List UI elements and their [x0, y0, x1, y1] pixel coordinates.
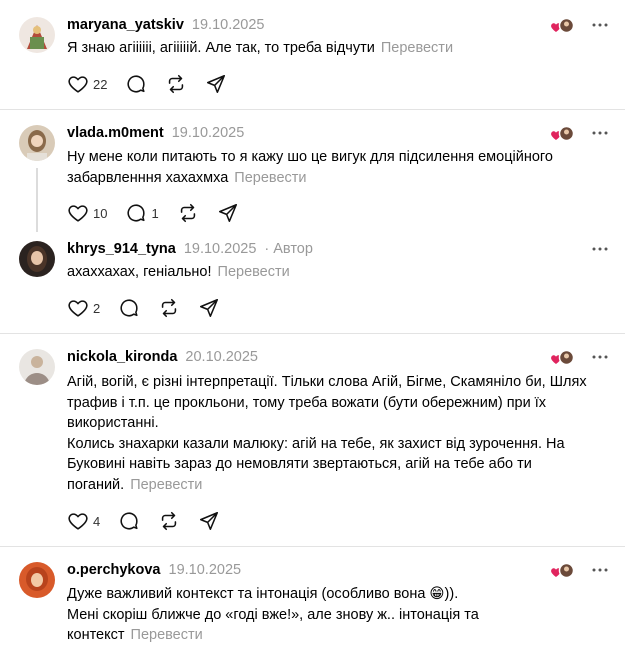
- timestamp: 19.10.2025: [183, 241, 257, 257]
- like-count: 4: [93, 513, 101, 529]
- repost-button[interactable]: [177, 202, 199, 224]
- divider: [0, 333, 625, 334]
- translate-link[interactable]: Перевести: [218, 264, 290, 280]
- like-button[interactable]: 22: [67, 73, 107, 95]
- comment-paragraph: Мені скоріш ближче до «годі вже!», але з…: [67, 606, 479, 644]
- avatar[interactable]: [19, 125, 55, 161]
- comment-paragraph: Дуже важливий контекст та інтонація (осо…: [67, 586, 459, 602]
- share-icon: [205, 73, 227, 95]
- divider: [0, 109, 625, 110]
- more-options-icon[interactable]: [591, 563, 609, 577]
- timestamp: 19.10.2025: [191, 17, 265, 33]
- more-options-icon[interactable]: [591, 18, 609, 32]
- more-options-icon[interactable]: [591, 242, 609, 256]
- timestamp: 19.10.2025: [171, 125, 245, 141]
- like-count: 2: [93, 300, 101, 316]
- comment-icon: [118, 510, 140, 532]
- like-count: 10: [93, 205, 108, 221]
- comment-text: ахаххахах, геніально!: [67, 264, 212, 280]
- more-options-icon[interactable]: [591, 126, 609, 140]
- avatar[interactable]: [19, 241, 55, 277]
- repost-button[interactable]: [158, 297, 180, 319]
- share-button[interactable]: [217, 202, 239, 224]
- thread-line: [36, 168, 38, 232]
- divider: [0, 546, 625, 547]
- heart-icon: [67, 297, 89, 319]
- repost-button[interactable]: [158, 510, 180, 532]
- reply-count: 1: [151, 205, 159, 221]
- comment-icon: [125, 202, 147, 224]
- author-badge: · Автор: [264, 241, 313, 257]
- timestamp: 19.10.2025: [168, 562, 242, 578]
- avatar[interactable]: [19, 17, 55, 53]
- share-button[interactable]: [205, 73, 227, 95]
- repost-button[interactable]: [165, 73, 187, 95]
- like-button[interactable]: 4: [67, 510, 100, 532]
- liked-by-author-badge: [551, 349, 575, 367]
- reply-button[interactable]: [118, 510, 140, 532]
- comment-text: Я знаю агіііііі, агііііій. Але так, то т…: [67, 40, 375, 56]
- username[interactable]: vlada.m0ment: [67, 125, 164, 141]
- reply-button[interactable]: [125, 73, 147, 95]
- like-button[interactable]: 10: [67, 202, 107, 224]
- liked-by-author-badge: [551, 17, 575, 35]
- repost-icon: [158, 297, 180, 319]
- translate-link[interactable]: Перевести: [131, 627, 203, 643]
- like-button[interactable]: 2: [67, 297, 100, 319]
- repost-icon: [177, 202, 199, 224]
- username[interactable]: o.perchykova: [67, 562, 161, 578]
- reply-button[interactable]: 1: [125, 202, 159, 224]
- username[interactable]: maryana_yatskiv: [67, 17, 184, 33]
- heart-icon: [67, 202, 89, 224]
- share-icon: [217, 202, 239, 224]
- username[interactable]: nickola_kironda: [67, 349, 177, 365]
- liked-by-author-badge: [551, 125, 575, 143]
- timestamp: 20.10.2025: [185, 349, 258, 365]
- liked-by-author-badge: [551, 562, 575, 580]
- comment-icon: [118, 297, 140, 319]
- share-icon: [198, 510, 220, 532]
- repost-icon: [158, 510, 180, 532]
- comment-icon: [125, 73, 147, 95]
- reply-button[interactable]: [118, 297, 140, 319]
- heart-icon: [67, 510, 89, 532]
- translate-link[interactable]: Перевести: [381, 40, 453, 56]
- share-icon: [198, 297, 220, 319]
- comment-text: Ну мене коли питають то я кажу шо це виг…: [67, 149, 553, 186]
- heart-icon: [67, 73, 89, 95]
- avatar[interactable]: [19, 562, 55, 598]
- translate-link[interactable]: Перевести: [130, 477, 202, 493]
- more-options-icon[interactable]: [591, 350, 609, 364]
- share-button[interactable]: [198, 510, 220, 532]
- avatar[interactable]: [19, 349, 55, 385]
- comment-paragraph: Агій, вогій, є різні інтерпретації. Тіль…: [67, 374, 587, 431]
- username[interactable]: khrys_914_tyna: [67, 241, 176, 257]
- share-button[interactable]: [198, 297, 220, 319]
- like-count: 22: [93, 76, 108, 92]
- translate-link[interactable]: Перевести: [234, 170, 306, 186]
- repost-icon: [165, 73, 187, 95]
